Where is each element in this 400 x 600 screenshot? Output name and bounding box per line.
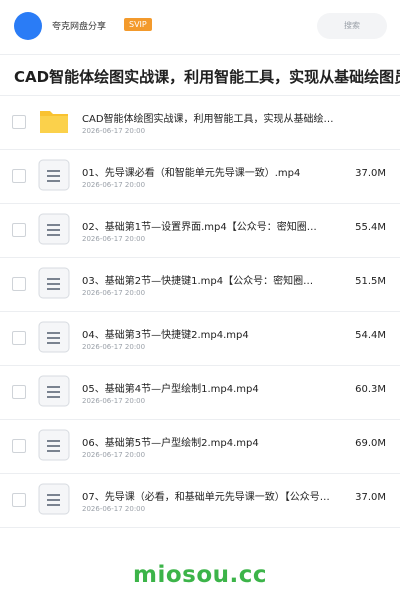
file-date: 2026-06-17 20:00 [82, 289, 146, 297]
file-name: 06、基础第5节—户型绘制2.mp4.mp4 [82, 438, 259, 449]
search-input[interactable]: 搜索 [317, 13, 387, 39]
header-divider [0, 54, 400, 55]
file-date: 2026-06-17 20:00 [82, 397, 146, 405]
svip-badge: SVIP [124, 18, 152, 31]
video-file-icon [38, 483, 70, 515]
video-file-icon [38, 267, 70, 299]
file-size: 37.0M [355, 168, 386, 179]
row-checkbox[interactable] [12, 493, 26, 507]
app-name: 夸克网盘分享 [52, 22, 107, 32]
folder-icon [38, 105, 70, 137]
video-file-icon [38, 375, 70, 407]
file-name: 03、基础第2节—快捷键1.mp4【公众号：密知圈… [82, 276, 314, 287]
file-row[interactable]: 03、基础第2节—快捷键1.mp4【公众号：密知圈… 2026-06-17 20:… [0, 258, 400, 312]
file-row[interactable]: 05、基础第4节—户型绘制1.mp4.mp4 2026-06-17 20:00 60… [0, 366, 400, 420]
video-file-icon [38, 429, 70, 461]
file-name: 02、基础第1节—设置界面.mp4【公众号：密知圈… [82, 222, 317, 233]
header: 夸克网盘分享 SVIP 搜索 [0, 0, 400, 54]
file-size: 37.0M [355, 492, 386, 503]
file-row[interactable]: 02、基础第1节—设置界面.mp4【公众号：密知圈… 2026-06-17 20:… [0, 204, 400, 258]
folder-row[interactable]: CAD智能体绘图实战课，利用智能工具，实现从基础绘… 2026-06-17 20:… [0, 96, 400, 150]
avatar[interactable] [14, 12, 42, 40]
file-name: 04、基础第3节—快捷键2.mp4.mp4 [82, 330, 249, 341]
file-name: 01、先导课必看（和智能单元先导课一致）.mp4 [82, 168, 301, 179]
file-date: 2026-06-17 20:00 [82, 505, 146, 513]
row-checkbox[interactable] [12, 169, 26, 183]
file-date: 2026-06-17 20:00 [82, 343, 146, 351]
file-date: 2026-06-17 20:00 [82, 127, 146, 135]
file-size: 60.3M [355, 384, 386, 395]
file-size: 51.5M [355, 276, 386, 287]
video-file-icon [38, 321, 70, 353]
file-size: 69.0M [355, 438, 386, 449]
row-checkbox[interactable] [12, 115, 26, 129]
file-row[interactable]: 06、基础第5节—户型绘制2.mp4.mp4 2026-06-17 20:00 69… [0, 420, 400, 474]
file-date: 2026-06-17 20:00 [82, 451, 146, 459]
file-row[interactable]: 07、先导课（必看，和基础单元先导课一致）【公众号… 2026-06-17 20:… [0, 474, 400, 528]
file-row[interactable]: 01、先导课必看（和智能单元先导课一致）.mp4 2026-06-17 20:00… [0, 150, 400, 204]
row-checkbox[interactable] [12, 277, 26, 291]
file-date: 2026-06-17 20:00 [82, 235, 146, 243]
file-name: 05、基础第4节—户型绘制1.mp4.mp4 [82, 384, 259, 395]
video-file-icon [38, 159, 70, 191]
file-name: 07、先导课（必看，和基础单元先导课一致）【公众号… [82, 492, 330, 503]
file-date: 2026-06-17 20:00 [82, 181, 146, 189]
row-checkbox[interactable] [12, 223, 26, 237]
row-checkbox[interactable] [12, 439, 26, 453]
row-checkbox[interactable] [12, 385, 26, 399]
watermark: miosou.cc [132, 562, 268, 588]
file-name: CAD智能体绘图实战课，利用智能工具，实现从基础绘… [82, 114, 334, 125]
video-file-icon [38, 213, 70, 245]
row-divider [0, 527, 400, 528]
file-row[interactable]: 04、基础第3节—快捷键2.mp4.mp4 2026-06-17 20:00 54.… [0, 312, 400, 366]
row-checkbox[interactable] [12, 331, 26, 345]
share-title: CAD智能体绘图实战课，利用智能工具，实现从基础绘图员 [14, 68, 400, 86]
file-size: 55.4M [355, 222, 386, 233]
file-size: 54.4M [355, 330, 386, 341]
